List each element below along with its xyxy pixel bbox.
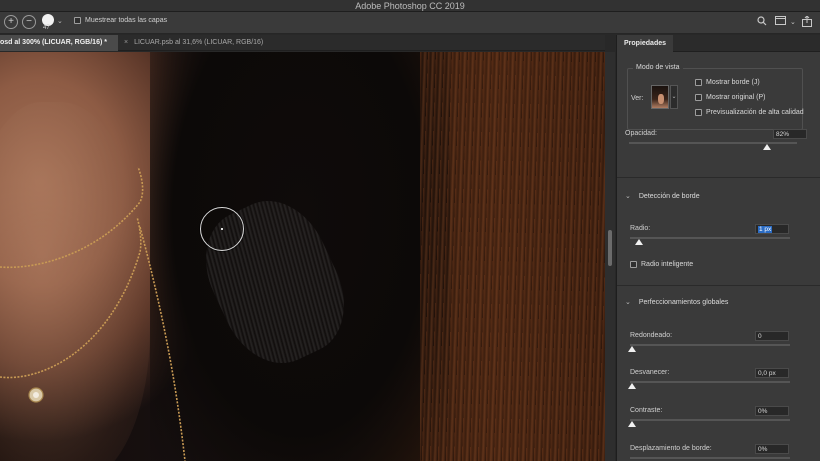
sample-all-layers-label: Muestrear todas las capas [85,17,168,24]
contrast-input[interactable]: 0% [755,406,789,416]
opacity-slider-track[interactable] [629,142,797,144]
opacity-label: Opacidad: [625,130,657,137]
opacity-slider-thumb[interactable] [762,144,771,150]
smooth-slider-track[interactable] [630,344,790,346]
global-refinements-header[interactable]: ⌄ Perfeccionamientos globales [625,298,729,307]
search-icon[interactable] [757,16,767,29]
scrollbar-thumb[interactable] [608,230,612,266]
section-divider [617,285,820,286]
document-tabs: osd al 300% (LICUAR, RGB/16) * × LICUAR.p… [0,35,605,51]
image-canvas[interactable] [0,52,605,461]
tab-label: osd al 300% (LICUAR, RGB/16) * [0,39,107,46]
show-original-checkbox[interactable] [695,94,702,101]
sample-all-layers-checkbox[interactable] [74,17,81,24]
radius-slider-track[interactable] [630,237,790,239]
tab-label: LICUAR.psb al 31,6% (LICUAR, RGB/16) [134,39,264,46]
contrast-slider-thumb[interactable] [628,421,636,427]
chevron-down-icon[interactable]: ⌄ [57,17,63,25]
feather-slider-track[interactable] [630,381,790,383]
radius-input[interactable]: 1 px [755,224,789,234]
contrast-label: Contraste: [630,407,663,414]
chevron-down-icon[interactable]: ⌄ [790,18,796,26]
radius-label: Radio: [630,225,651,232]
view-mode-thumbnail[interactable] [651,85,669,109]
show-edge-option[interactable]: Mostrar borde (J) [695,79,760,86]
smart-radius-checkbox[interactable] [630,261,637,268]
sample-all-layers-option[interactable]: Muestrear todas las capas [74,17,167,24]
properties-panel: Propiedades Modo de vista Ver: ⌄ Mostrar… [616,35,820,461]
panel-tabbar: Propiedades [617,35,820,52]
radius-value: 1 px [758,226,773,233]
hq-preview-option[interactable]: Previsualización de alta calidad [695,109,804,116]
show-original-option[interactable]: Mostrar original (P) [695,94,766,101]
smooth-label: Redondeado: [630,332,673,339]
radius-slider-thumb[interactable] [635,239,643,245]
tab-properties[interactable]: Propiedades [617,35,674,52]
feather-label: Desvanecer: [630,369,670,376]
feather-input[interactable]: 0,0 px [755,368,789,378]
hq-preview-label: Previsualización de alta calidad [706,109,804,116]
window-icon[interactable] [775,16,786,29]
shift-edge-slider-track[interactable] [630,457,790,459]
smooth-slider-thumb[interactable] [628,346,636,352]
edge-detection-header[interactable]: ⌄ Detección de borde [625,192,700,201]
smooth-input[interactable]: 0 [755,331,789,341]
canvas-scrollbar[interactable] [605,52,615,461]
view-mode-title: Modo de vista [633,64,683,71]
smart-radius-option[interactable]: Radio inteligente [630,261,693,268]
section-divider [617,177,820,178]
title-bar: Adobe Photoshop CC 2019 [0,0,820,12]
add-circle-icon[interactable]: + [4,15,18,29]
show-edge-label: Mostrar borde (J) [706,79,760,86]
shift-edge-input[interactable]: 0% [755,444,789,454]
necklace-graphic [0,166,186,461]
view-label: Ver: [631,95,644,102]
brush-cursor [200,207,244,251]
shift-edge-label: Desplazamiento de borde: [630,445,712,452]
close-icon[interactable]: × [124,39,128,46]
app-title: Adobe Photoshop CC 2019 [355,1,465,11]
options-bar: + − 47 ⌄ Muestrear todas las capas ⌄ [0,12,820,34]
feather-slider-thumb[interactable] [628,383,636,389]
share-icon[interactable] [802,15,812,30]
tab-document-active[interactable]: osd al 300% (LICUAR, RGB/16) * [0,35,118,51]
chevron-down-icon[interactable]: ⌄ [625,298,631,306]
smart-radius-label: Radio inteligente [641,261,694,268]
edge-detection-title: Detección de borde [638,192,700,200]
hq-preview-checkbox[interactable] [695,109,702,116]
chevron-down-icon[interactable]: ⌄ [625,192,631,200]
subtract-circle-icon[interactable]: − [22,15,36,29]
tab-document-licuar[interactable]: × LICUAR.psb al 31,6% (LICUAR, RGB/16) [118,35,278,51]
contrast-slider-track[interactable] [630,419,790,421]
global-refinements-title: Perfeccionamientos globales [638,298,729,306]
chevron-down-icon[interactable]: ⌄ [670,85,678,109]
brush-size-value: 47 [43,25,50,31]
opacity-input[interactable]: 82% [773,129,807,139]
show-edge-checkbox[interactable] [695,79,702,86]
show-original-label: Mostrar original (P) [706,94,766,101]
